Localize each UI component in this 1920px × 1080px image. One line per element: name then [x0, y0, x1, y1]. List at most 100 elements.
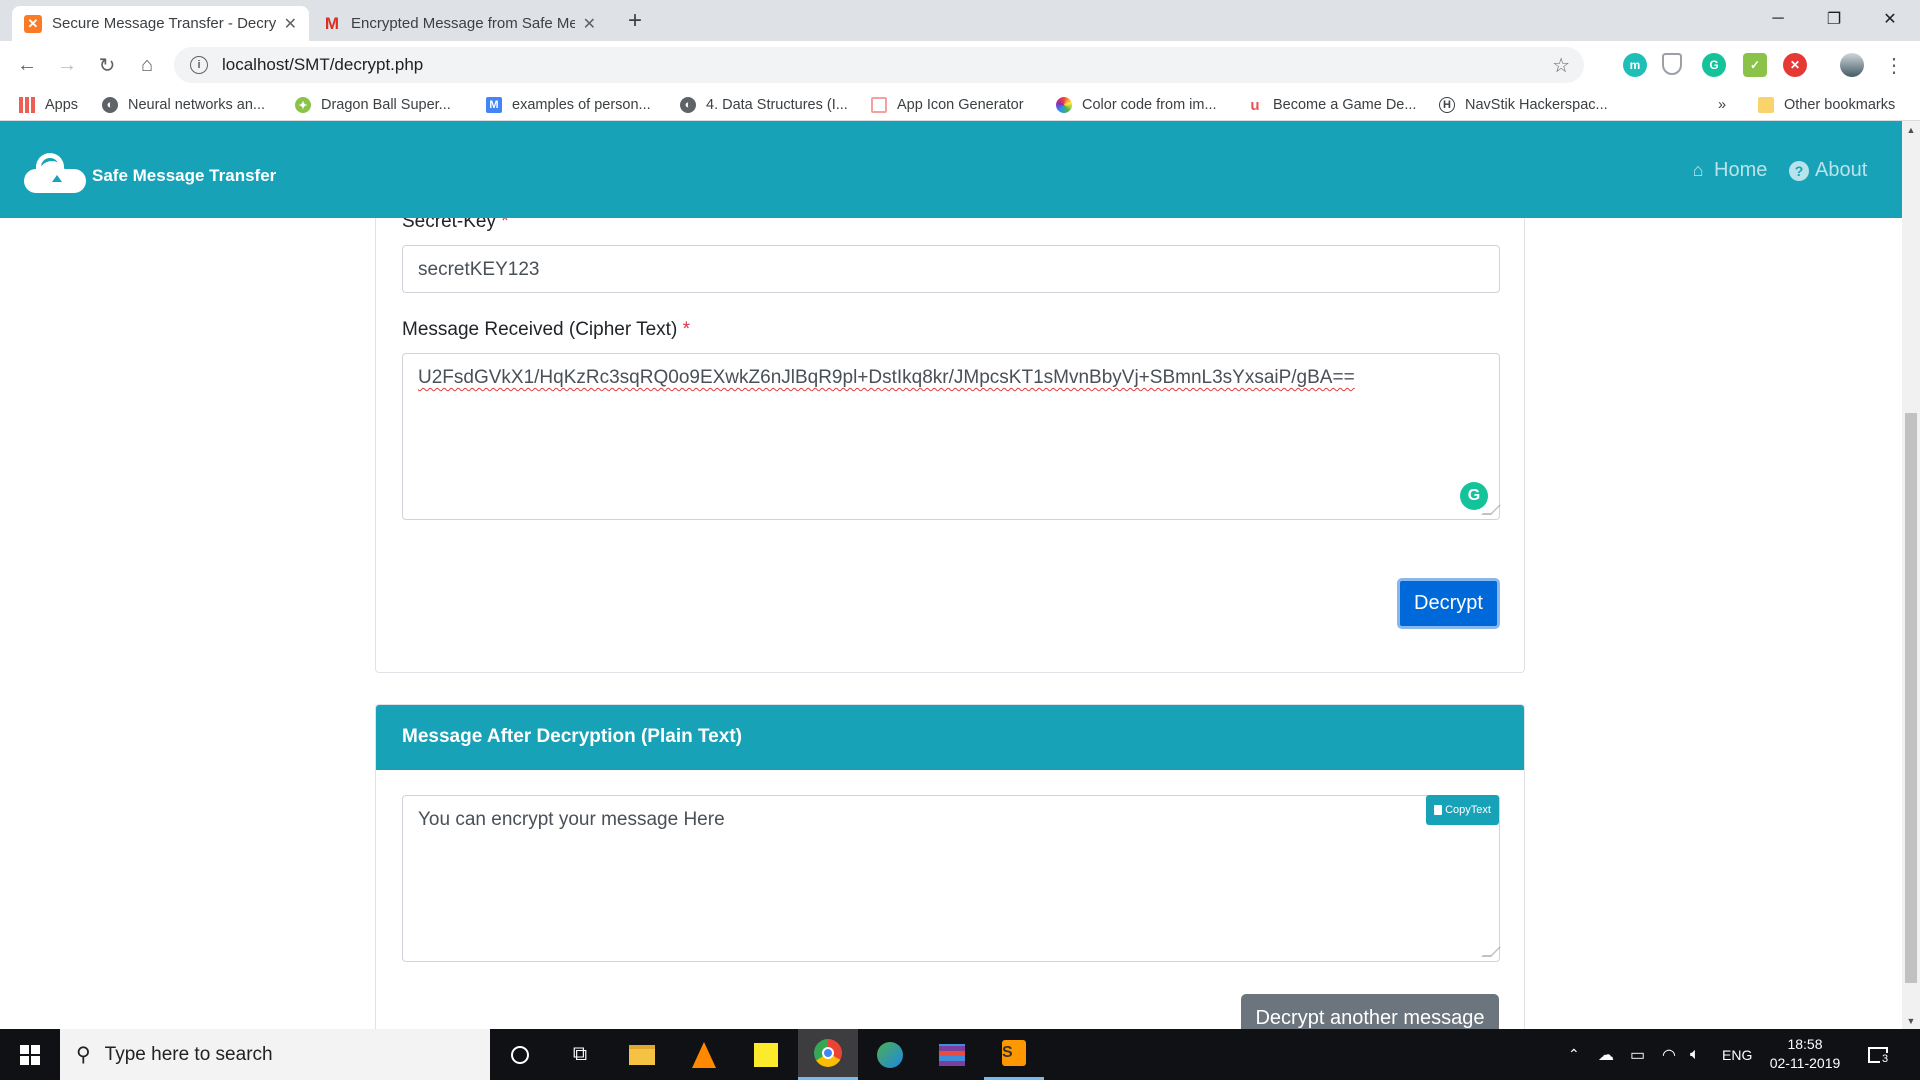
plain-text-textarea[interactable]: You can encrypt your message Here	[402, 795, 1501, 962]
result-card-header: Message After Decryption (Plain Text)	[376, 705, 1524, 770]
vlc-icon[interactable]	[674, 1029, 734, 1080]
sublime-text-icon[interactable]: S	[984, 1029, 1044, 1080]
nav-home[interactable]: ⌂ Home	[1688, 159, 1768, 182]
secret-key-input[interactable]: secretKEY123	[402, 245, 1500, 293]
profile-avatar[interactable]	[1840, 53, 1864, 77]
taskbar-clock[interactable]: 18:58 02-11-2019	[1760, 1035, 1850, 1073]
bookmark-game-dev[interactable]: u Become a Game De...	[1247, 94, 1416, 116]
extension-m-icon[interactable]: m	[1623, 53, 1647, 77]
bookmark-label: Apps	[45, 97, 79, 113]
battery-icon[interactable]: ▭	[1630, 1029, 1645, 1080]
bookmark-apps[interactable]: Apps	[19, 94, 78, 116]
grammarly-icon[interactable]: G	[1460, 482, 1488, 510]
cloud-lock-icon	[24, 147, 88, 195]
search-icon: ⚲	[76, 1044, 91, 1066]
page-scrollbar[interactable]: ▲ ▼	[1902, 121, 1920, 1029]
bookmarks-overflow-icon[interactable]: »	[1718, 94, 1726, 116]
tab-title: Secure Message Transfer - Decry	[52, 15, 276, 32]
apps-grid-icon	[19, 97, 35, 113]
site-navbar: Safe Message Transfer ⌂ Home ? About	[0, 121, 1902, 218]
bookmark-label: Color code from im...	[1082, 97, 1217, 113]
bookmark-other[interactable]: Other bookmarks	[1758, 94, 1895, 116]
page-viewport: Secret-Key * secretKEY123 Message Receiv…	[0, 121, 1902, 1029]
bookmarks-bar: Apps ◐ Neural networks an... ✦ Dragon Ba…	[0, 88, 1920, 121]
windows-start-button[interactable]	[0, 1029, 60, 1080]
address-bar[interactable]: i localhost/SMT/decrypt.php ☆	[174, 47, 1584, 83]
tab-strip: ✕ Secure Message Transfer - Decry ✕ M En…	[0, 0, 1920, 41]
tab-encrypted-message[interactable]: M Encrypted Message from Safe Me ✕	[311, 6, 608, 41]
minimize-button[interactable]: ─	[1750, 0, 1806, 38]
bookmark-neural-networks[interactable]: ◐ Neural networks an...	[102, 94, 265, 116]
notification-count: 3	[1880, 1052, 1891, 1065]
globe-icon: ◐	[680, 97, 696, 113]
sticky-notes-icon[interactable]	[736, 1029, 796, 1080]
bookmark-star-icon[interactable]: ☆	[1552, 53, 1570, 78]
question-circle-icon: ?	[1789, 160, 1809, 181]
task-view-icon[interactable]: ⧉	[550, 1029, 610, 1080]
tab-secure-message-transfer[interactable]: ✕ Secure Message Transfer - Decry ✕	[12, 6, 309, 41]
nav-home-label: Home	[1714, 159, 1768, 181]
screenshot-extension-icon[interactable]: ✓	[1743, 53, 1767, 77]
browser-toolbar: ← → ↻ ⌂ i localhost/SMT/decrypt.php ☆ m …	[0, 41, 1920, 88]
bookmark-label: Other bookmarks	[1784, 97, 1896, 113]
chrome-taskbar-icon[interactable]	[798, 1029, 858, 1080]
language-indicator[interactable]: ENG	[1722, 1029, 1752, 1080]
resize-handle-icon[interactable]	[1481, 947, 1501, 957]
hex-icon: H	[1439, 97, 1455, 113]
wifi-icon[interactable]: ◠	[1662, 1029, 1676, 1080]
taskbar-search[interactable]: ⚲ Type here to search	[60, 1029, 490, 1080]
reload-button[interactable]: ↻	[91, 49, 123, 81]
folder-icon	[1758, 97, 1774, 113]
bookmark-app-icon-generator[interactable]: App Icon Generator	[871, 94, 1024, 116]
bookmark-data-structures[interactable]: ◐ 4. Data Structures (I...	[680, 94, 848, 116]
decrypt-another-button[interactable]: Decrypt another message	[1241, 994, 1499, 1029]
close-tab-icon[interactable]: ✕	[284, 14, 297, 34]
windows-logo-icon	[20, 1044, 40, 1065]
scroll-up-icon[interactable]: ▲	[1902, 121, 1920, 138]
back-button[interactable]: ←	[11, 49, 43, 81]
scroll-down-icon[interactable]: ▼	[1902, 1012, 1920, 1029]
plain-text-value: You can encrypt your message Here	[418, 809, 725, 830]
ie-icon[interactable]	[860, 1029, 920, 1080]
home-icon: ⌂	[1692, 160, 1704, 180]
bookmark-label: App Icon Generator	[897, 97, 1024, 113]
maximize-button[interactable]: ❐	[1806, 0, 1862, 38]
bookmark-label: Become a Game De...	[1273, 97, 1417, 113]
notifications-button[interactable]: 3	[1868, 1029, 1891, 1080]
cipher-text-textarea[interactable]: U2FsdGVkX1/HqKzRc3sqRQ0o9EXwkZ6nJlBqR9pl…	[402, 353, 1501, 520]
copy-text-button[interactable]: CopyText	[1426, 795, 1499, 825]
decrypt-button[interactable]: Decrypt	[1397, 578, 1500, 629]
resize-handle-icon[interactable]	[1481, 505, 1501, 515]
volume-icon[interactable]: 🔈︎	[1690, 1029, 1700, 1080]
winrar-icon[interactable]	[922, 1029, 982, 1080]
close-window-button[interactable]: ✕	[1862, 0, 1918, 38]
globe-icon: ◐	[102, 97, 118, 113]
file-explorer-icon[interactable]	[612, 1029, 672, 1080]
copy-text-label: CopyText	[1445, 804, 1491, 816]
clock-time: 18:58	[1787, 1036, 1823, 1052]
blocker-extension-icon[interactable]: ✕	[1783, 53, 1807, 77]
forward-button[interactable]: →	[51, 49, 83, 81]
bookmark-dragon-ball[interactable]: ✦ Dragon Ball Super...	[295, 94, 451, 116]
bookmark-label: Dragon Ball Super...	[321, 97, 451, 113]
bookmark-navstik[interactable]: H NavStik Hackerspac...	[1439, 94, 1608, 116]
bookmark-examples[interactable]: M examples of person...	[486, 94, 651, 116]
info-icon[interactable]: i	[190, 56, 208, 74]
decrypt-form-card: Secret-Key * secretKEY123 Message Receiv…	[375, 181, 1525, 673]
home-button[interactable]: ⌂	[131, 49, 163, 81]
bookmark-label: 4. Data Structures (I...	[706, 97, 848, 113]
brand-logo[interactable]: Safe Message Transfer	[24, 147, 276, 195]
close-tab-icon[interactable]: ✕	[583, 14, 596, 34]
tray-overflow-icon[interactable]: ⌃	[1568, 1029, 1580, 1080]
nav-about[interactable]: ? About	[1789, 159, 1867, 182]
bookmark-color-code[interactable]: Color code from im...	[1056, 94, 1217, 116]
chrome-menu-icon[interactable]: ⋮	[1878, 49, 1910, 81]
bookmark-label: Neural networks an...	[128, 97, 266, 113]
onedrive-icon[interactable]: ☁	[1598, 1029, 1614, 1080]
shield-extension-icon[interactable]	[1662, 53, 1682, 75]
grammarly-extension-icon[interactable]: G	[1702, 53, 1726, 77]
scroll-thumb[interactable]	[1905, 413, 1917, 983]
url-text: localhost/SMT/decrypt.php	[222, 55, 424, 74]
cortana-icon[interactable]	[490, 1029, 550, 1080]
new-tab-button[interactable]: +	[620, 6, 650, 36]
